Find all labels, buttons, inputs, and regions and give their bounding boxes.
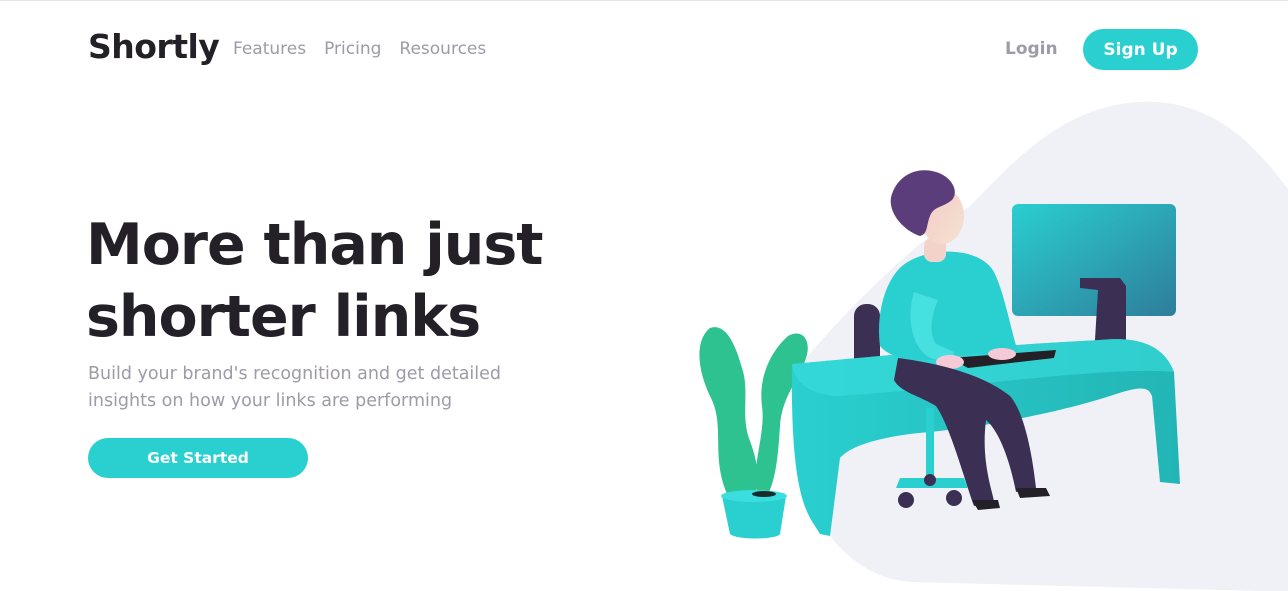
hero-title-line-1: More than just — [86, 212, 544, 278]
landing-page: Shortly Features Pricing Resources Login… — [0, 0, 1288, 591]
plant-pot-hole — [752, 491, 776, 497]
nav-link-features[interactable]: Features — [233, 39, 306, 59]
chair-post — [926, 408, 934, 478]
plant-pot — [722, 496, 786, 539]
monitor-screen — [1012, 204, 1176, 316]
chair-wheel-2 — [946, 490, 962, 506]
hero-title-line-2: shorter links — [86, 284, 481, 350]
nav-link-pricing[interactable]: Pricing — [324, 39, 381, 59]
hero-subtitle: Build your brand's recognition and get d… — [88, 361, 538, 415]
person-working-at-desk-illustration — [699, 101, 1288, 591]
plant-leaf-left — [699, 327, 758, 498]
top-navigation: Shortly Features Pricing Resources Login… — [0, 1, 1288, 97]
person-hand-right — [988, 348, 1016, 360]
logo[interactable]: Shortly — [88, 27, 220, 66]
hero-subtitle-line-2: insights on how your links are performin… — [88, 391, 453, 411]
plant-pot-rim — [721, 490, 787, 502]
nav-links: Features Pricing Resources — [233, 39, 486, 59]
chair-wheel-1 — [898, 492, 914, 508]
nav-link-resources[interactable]: Resources — [399, 39, 486, 59]
sign-up-button[interactable]: Sign Up — [1083, 29, 1198, 70]
get-started-button[interactable]: Get Started — [88, 438, 308, 478]
login-link[interactable]: Login — [1005, 39, 1058, 59]
hero-subtitle-line-1: Build your brand's recognition and get d… — [88, 364, 502, 384]
chair-wheel-3 — [924, 474, 936, 486]
hero-title: More than just shorter links — [86, 209, 586, 353]
